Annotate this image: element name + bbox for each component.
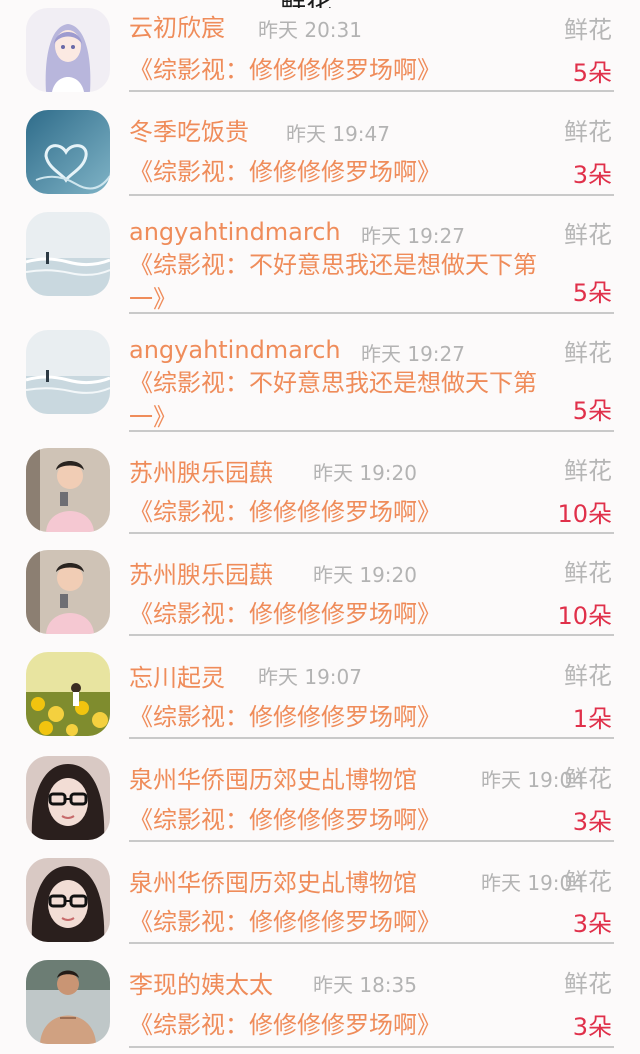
username[interactable]: 苏州腴乐园蕻 xyxy=(129,555,273,590)
user-avatar[interactable] xyxy=(26,652,110,736)
gift-type: 鲜花 xyxy=(564,868,612,896)
user-avatar[interactable] xyxy=(26,448,110,532)
gift-count: 10朵 xyxy=(557,602,612,630)
timestamp: 昨天 19:20 xyxy=(313,563,417,587)
gift-type: 鲜花 xyxy=(564,339,612,367)
username[interactable]: 冬季吃饭贵 xyxy=(129,112,249,147)
timestamp: 昨天 19:27 xyxy=(361,224,465,248)
timestamp: 昨天 19:07 xyxy=(258,665,362,689)
timestamp: 昨天 19:47 xyxy=(286,122,390,146)
book-title[interactable]: 《综影视：修修修修罗场啊》 xyxy=(129,495,549,529)
book-title[interactable]: 《综影视：修修修修罗场啊》 xyxy=(129,905,549,939)
username[interactable]: 苏州腴乐园蕻 xyxy=(129,453,273,488)
username[interactable]: 泉州华侨囤历郊史乩博物馆 xyxy=(129,760,417,795)
avatar-sunflowers-image xyxy=(26,652,110,736)
avatar-mirror-selfie-image xyxy=(26,550,110,634)
timestamp: 昨天 20:31 xyxy=(258,18,362,42)
user-avatar[interactable] xyxy=(26,756,110,840)
avatar-shirtless-man-image xyxy=(26,960,110,1044)
gift-count: 5朵 xyxy=(572,59,612,87)
avatar-glasses-girl-image xyxy=(26,858,110,942)
avatar-beach-image xyxy=(26,212,110,296)
book-title[interactable]: 《综影视：不好意思我还是想做天下第一》 xyxy=(129,248,549,316)
book-title[interactable]: 《综影视：修修修修罗场啊》 xyxy=(129,803,549,837)
user-avatar[interactable] xyxy=(26,110,110,194)
book-title[interactable]: 《综影视：修修修修罗场啊》 xyxy=(129,53,549,87)
divider xyxy=(129,532,614,534)
gift-count: 3朵 xyxy=(572,910,612,938)
divider xyxy=(129,1046,614,1048)
gift-type: 鲜花 xyxy=(564,559,612,587)
timestamp: 昨天 19:20 xyxy=(313,461,417,485)
avatar-beach-image xyxy=(26,330,110,414)
avatar-mirror-selfie-image xyxy=(26,448,110,532)
user-avatar[interactable] xyxy=(26,212,110,296)
avatar-water-heart-image xyxy=(26,110,110,194)
username[interactable]: 忘川起灵 xyxy=(129,658,225,693)
gift-count: 5朵 xyxy=(572,279,612,307)
gift-type: 鲜花 xyxy=(564,970,612,998)
user-avatar[interactable] xyxy=(26,330,110,414)
book-title[interactable]: 《综影视：修修修修罗场啊》 xyxy=(129,155,549,189)
user-avatar[interactable] xyxy=(26,8,110,92)
gift-count: 5朵 xyxy=(572,397,612,425)
gift-type: 鲜花 xyxy=(564,662,612,690)
avatar-glasses-girl-image xyxy=(26,756,110,840)
username[interactable]: 李现的姨太太 xyxy=(129,965,273,1000)
gift-count: 3朵 xyxy=(572,808,612,836)
username[interactable]: 泉州华侨囤历郊史乩博物馆 xyxy=(129,863,417,898)
user-avatar[interactable] xyxy=(26,550,110,634)
gift-type: 鲜花 xyxy=(564,457,612,485)
book-title[interactable]: 《综影视：修修修修罗场啊》 xyxy=(129,1008,549,1042)
gift-count: 3朵 xyxy=(572,1013,612,1041)
header-bar: 鲜花 xyxy=(0,0,640,8)
user-avatar[interactable] xyxy=(26,858,110,942)
avatar-anime-girl-image xyxy=(26,8,110,92)
divider xyxy=(129,194,614,196)
divider xyxy=(129,737,614,739)
gift-count: 3朵 xyxy=(572,161,612,189)
user-avatar[interactable] xyxy=(26,960,110,1044)
gift-count: 10朵 xyxy=(557,500,612,528)
divider xyxy=(129,942,614,944)
gift-type: 鲜花 xyxy=(564,765,612,793)
username[interactable]: angyahtindmarch xyxy=(129,336,341,364)
book-title[interactable]: 《综影视：不好意思我还是想做天下第一》 xyxy=(129,366,549,434)
gift-type: 鲜花 xyxy=(564,16,612,44)
gift-type: 鲜花 xyxy=(564,221,612,249)
username[interactable]: angyahtindmarch xyxy=(129,218,341,246)
divider xyxy=(129,90,614,92)
timestamp: 昨天 18:35 xyxy=(313,973,417,997)
timestamp: 昨天 19:27 xyxy=(361,342,465,366)
gift-type: 鲜花 xyxy=(564,118,612,146)
divider xyxy=(129,312,614,314)
divider xyxy=(129,430,614,432)
divider xyxy=(129,840,614,842)
gift-count: 1朵 xyxy=(572,705,612,733)
book-title[interactable]: 《综影视：修修修修罗场啊》 xyxy=(129,700,549,734)
username[interactable]: 云初欣宸 xyxy=(129,8,225,43)
page-title: 鲜花 xyxy=(280,0,332,8)
book-title[interactable]: 《综影视：修修修修罗场啊》 xyxy=(129,597,549,631)
divider xyxy=(129,634,614,636)
